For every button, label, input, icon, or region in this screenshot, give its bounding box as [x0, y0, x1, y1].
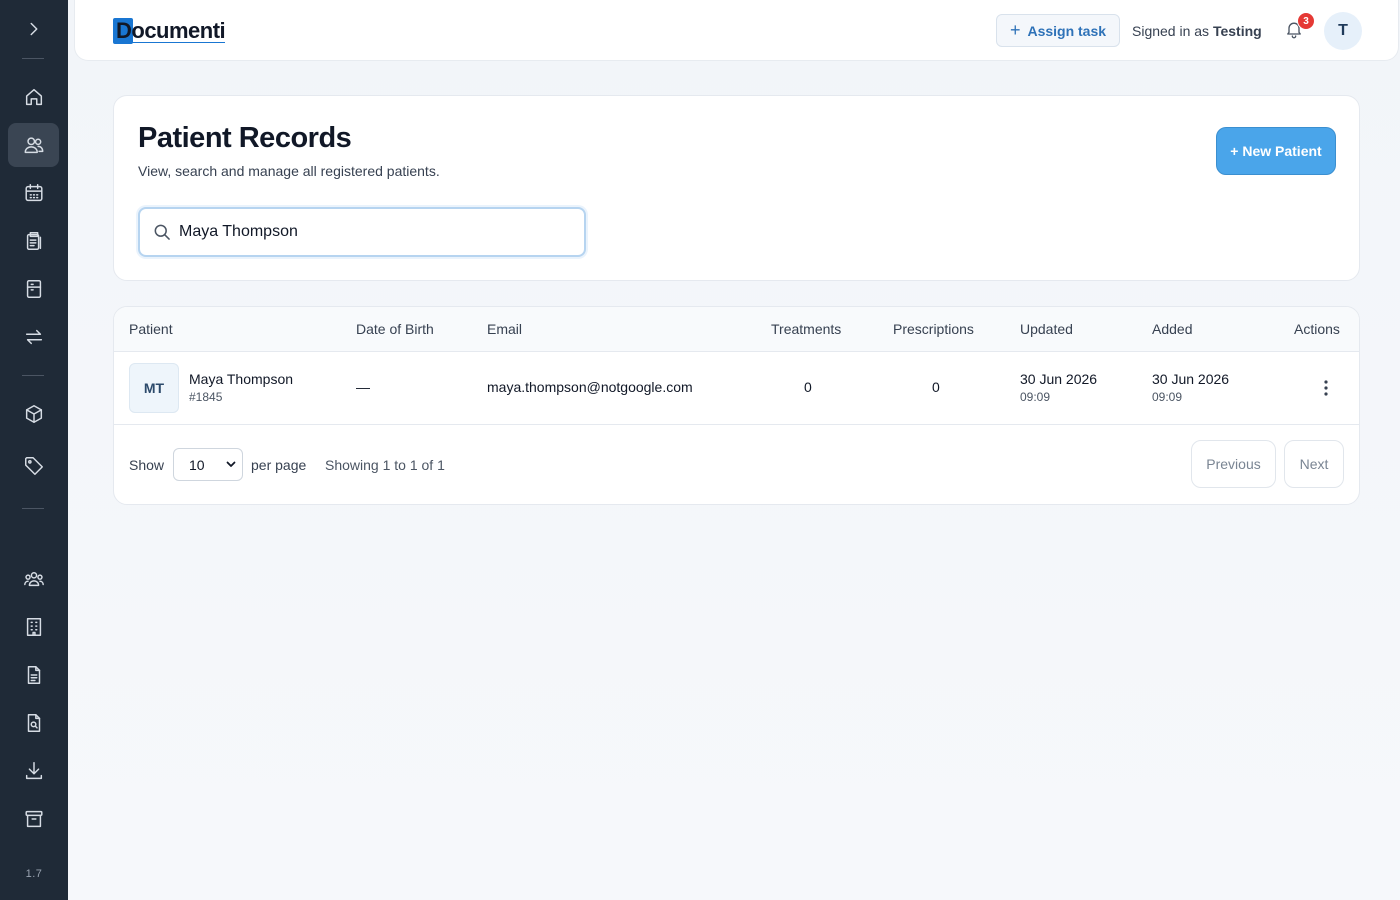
search-icon	[154, 224, 170, 240]
users-icon	[24, 137, 43, 154]
document-icon	[27, 666, 40, 684]
tag-icon	[24, 457, 43, 475]
table-row[interactable]: MT Maya Thompson #1845 — maya.thompson@n…	[114, 352, 1359, 425]
dob-cell: —	[356, 379, 370, 395]
document-search-icon	[27, 714, 40, 732]
column-header-email: Email	[487, 321, 523, 337]
treatments-cell: 0	[804, 379, 812, 395]
logo-text: Documenti	[116, 18, 226, 43]
added-cell: 30 Jun 2026 09:09	[1152, 371, 1229, 404]
pagination-bar: Show 10 per page Showing 1 to 1 of 1 Pre…	[114, 425, 1359, 504]
sidebar-item-records[interactable]	[8, 219, 59, 263]
prescriptions-cell: 0	[932, 379, 940, 395]
chevron-down-icon	[226, 461, 236, 467]
updated-time: 09:09	[1020, 390, 1051, 404]
next-page-button[interactable]: Next	[1284, 440, 1344, 488]
column-header-updated: Updated	[1020, 321, 1073, 337]
sidebar-divider	[22, 58, 44, 59]
sidebar-item-staff[interactable]	[8, 557, 59, 601]
sidebar-item-cabinet[interactable]	[8, 267, 59, 311]
patient-id: #1845	[189, 390, 223, 404]
added-time: 09:09	[1152, 390, 1183, 404]
user-avatar[interactable]: T	[1324, 12, 1362, 50]
sidebar-item-facilities[interactable]	[8, 605, 59, 649]
per-page-select[interactable]: 10	[173, 448, 243, 481]
sidebar-item-tags[interactable]	[8, 444, 59, 488]
per-page-value: 10	[189, 456, 205, 473]
patient-cell: Maya Thompson #1845	[189, 371, 293, 404]
sidebar-item-downloads[interactable]	[8, 749, 59, 793]
column-header-dob: Date of Birth	[356, 321, 434, 337]
sidebar: 1.7	[0, 0, 68, 900]
chevron-right-icon	[30, 22, 37, 36]
column-header-prescriptions: Prescriptions	[893, 321, 974, 337]
download-icon	[25, 762, 42, 780]
more-vertical-icon	[1324, 380, 1328, 396]
sidebar-item-transfers[interactable]	[8, 315, 59, 359]
sidebar-divider	[22, 508, 44, 509]
sidebar-item-document-search[interactable]	[8, 701, 59, 745]
column-header-actions: Actions	[1294, 321, 1340, 337]
sidebar-item-calendar[interactable]	[8, 171, 59, 215]
page-header-card: Patient Records View, search and manage …	[113, 95, 1360, 281]
sidebar-item-patients[interactable]	[8, 123, 59, 167]
group-icon	[23, 572, 44, 587]
column-header-added: Added	[1152, 321, 1193, 337]
patient-avatar: MT	[129, 363, 179, 413]
assign-task-label: Assign task	[1027, 22, 1107, 39]
app-version: 1.7	[25, 868, 43, 880]
app-logo[interactable]: Documenti	[113, 18, 226, 44]
assign-task-button[interactable]: + Assign task	[996, 14, 1120, 47]
sidebar-item-inventory[interactable]	[8, 392, 59, 436]
new-patient-button[interactable]: + New Patient	[1216, 127, 1336, 175]
per-page-label: per page	[251, 457, 307, 473]
signed-in-user: Testing	[1212, 23, 1262, 39]
added-date: 30 Jun 2026	[1152, 371, 1230, 387]
sidebar-item-home[interactable]	[8, 75, 59, 119]
row-actions-button[interactable]	[1314, 376, 1338, 400]
clipboard-list-icon	[26, 232, 41, 250]
signed-in-text: Signed in as Testing	[1132, 23, 1262, 39]
updated-date: 30 Jun 2026	[1020, 371, 1098, 387]
column-header-treatments: Treatments	[771, 321, 842, 337]
home-icon	[25, 88, 42, 106]
top-header: Documenti + Assign task Signed in as Tes…	[74, 0, 1399, 61]
column-header-patient: Patient	[129, 321, 173, 337]
search-input[interactable]	[179, 219, 569, 245]
sidebar-expand-button[interactable]	[8, 7, 59, 51]
notification-badge: 3	[1297, 12, 1315, 30]
archive-icon	[24, 810, 43, 828]
showing-count: Showing 1 to 1 of 1	[325, 457, 445, 473]
signed-in-prefix: Signed in as	[1132, 23, 1210, 39]
updated-cell: 30 Jun 2026 09:09	[1020, 371, 1097, 404]
arrows-exchange-icon	[25, 329, 42, 345]
calendar-icon	[24, 184, 43, 202]
email-cell: maya.thompson@notgoogle.com	[487, 379, 693, 395]
patient-search	[138, 207, 586, 257]
page-title: Patient Records	[138, 122, 352, 154]
logo-underline	[131, 41, 226, 43]
building-icon	[26, 618, 41, 636]
cabinet-icon	[26, 280, 41, 298]
sidebar-item-archive[interactable]	[8, 797, 59, 841]
table-header: Patient Date of Birth Email Treatments P…	[114, 307, 1359, 352]
show-label: Show	[129, 457, 165, 473]
box-icon	[25, 405, 42, 423]
patient-name[interactable]: Maya Thompson	[189, 371, 293, 387]
plus-icon: +	[1009, 19, 1021, 40]
sidebar-divider	[22, 375, 44, 376]
sidebar-item-documents[interactable]	[8, 653, 59, 697]
patients-table: Patient Date of Birth Email Treatments P…	[113, 306, 1360, 505]
page-subtitle: View, search and manage all registered p…	[138, 163, 440, 179]
previous-page-button[interactable]: Previous	[1191, 440, 1276, 488]
